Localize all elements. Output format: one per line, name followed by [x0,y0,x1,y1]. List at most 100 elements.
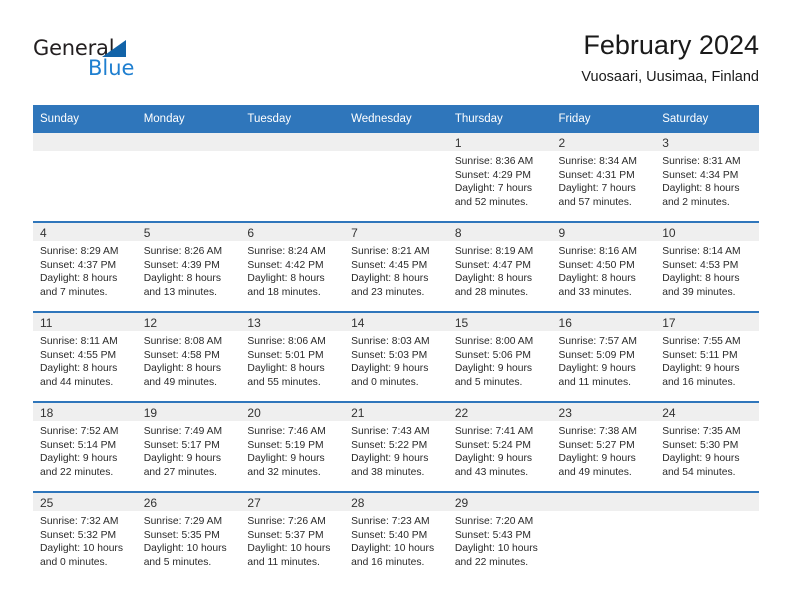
day-details: Sunrise: 8:24 AM Sunset: 4:42 PM Daylight:… [240,241,344,299]
day-detail-line: and 44 minutes. [40,376,114,388]
weekday-header-row: Sunday Monday Tuesday Wednesday Thursday… [33,105,759,133]
calendar-day-cell-empty [344,133,448,223]
calendar-day-cell[interactable]: 17 Sunrise: 7:55 AM Sunset: 5:11 PM Dayligh… [655,312,759,403]
calendar-body: 1 Sunrise: 8:36 AM Sunset: 4:29 PM Daylight… [33,133,759,585]
day-detail-line: Sunrise: 8:14 AM [662,246,741,257]
day-number: 9 [551,223,656,241]
calendar-day-cell[interactable]: 21 Sunrise: 7:43 AM Sunset: 5:22 PM Dayligh… [344,402,448,493]
day-detail-line: Sunset: 5:09 PM [558,349,635,361]
calendar-day-cell[interactable]: 10 Sunrise: 8:14 AM Sunset: 4:53 PM Dayligh… [655,222,759,313]
day-detail-line: Sunset: 5:01 PM [247,349,324,361]
day-details [137,151,241,155]
day-detail-line: Daylight: 9 hours [143,453,221,465]
day-number: 21 [344,403,448,421]
calendar-day-cell[interactable]: 16 Sunrise: 7:57 AM Sunset: 5:09 PM Dayligh… [551,312,656,403]
day-details: Sunrise: 7:35 AM Sunset: 5:30 PM Daylight:… [655,421,759,479]
calendar-day-cell[interactable]: 25 Sunrise: 7:32 AM Sunset: 5:32 PM Dayligh… [33,492,137,585]
day-detail-line: Sunset: 4:58 PM [143,349,220,361]
day-detail-line: Sunset: 4:47 PM [454,259,531,271]
calendar-day-cell[interactable]: 12 Sunrise: 8:08 AM Sunset: 4:58 PM Dayligh… [136,312,241,403]
day-detail-line: Sunrise: 7:41 AM [454,426,534,437]
day-detail-line: Sunset: 5:30 PM [662,439,739,451]
calendar-day-cell[interactable]: 8 Sunrise: 8:19 AM Sunset: 4:47 PM Daylight… [447,222,552,313]
calendar-day-cell[interactable]: 11 Sunrise: 8:11 AM Sunset: 4:55 PM Dayligh… [33,312,137,403]
day-detail-line: Sunset: 4:34 PM [662,169,739,181]
day-detail-line: and 38 minutes. [351,466,425,478]
day-details: Sunrise: 8:08 AM Sunset: 4:58 PM Daylight:… [137,331,241,389]
day-detail-line: Sunset: 5:35 PM [143,529,220,541]
day-number: 1 [447,133,552,151]
calendar-day-cell[interactable]: 13 Sunrise: 8:06 AM Sunset: 5:01 PM Dayligh… [240,312,345,403]
day-detail-line: and 13 minutes. [143,286,217,298]
day-details: Sunrise: 7:55 AM Sunset: 5:11 PM Daylight:… [655,331,759,389]
day-details: Sunrise: 7:52 AM Sunset: 5:14 PM Daylight:… [33,421,137,479]
calendar-day-cell[interactable]: 24 Sunrise: 7:35 AM Sunset: 5:30 PM Dayligh… [655,402,759,493]
day-detail-line: Daylight: 8 hours [247,363,325,375]
calendar-day-cell[interactable]: 20 Sunrise: 7:46 AM Sunset: 5:19 PM Dayligh… [240,402,345,493]
calendar-day-cell[interactable]: 27 Sunrise: 7:26 AM Sunset: 5:37 PM Dayligh… [240,492,345,585]
calendar-day-cell[interactable]: 9 Sunrise: 8:16 AM Sunset: 4:50 PM Daylight… [551,222,656,313]
day-details: Sunrise: 8:36 AM Sunset: 4:29 PM Daylight:… [448,151,552,209]
day-detail-line: and 43 minutes. [454,466,529,478]
day-number [33,133,137,151]
calendar-day-cell-empty [655,492,759,585]
day-detail-line: and 16 minutes. [351,556,425,568]
day-detail-line: Sunrise: 7:23 AM [351,516,430,527]
day-detail-line: Daylight: 8 hours [40,363,118,375]
day-detail-line: Sunrise: 8:31 AM [662,156,741,167]
page-subtitle: Vuosaari, Uusimaa, Finland [581,69,759,85]
day-detail-line: and 27 minutes. [143,466,217,478]
day-detail-line: Sunset: 5:03 PM [351,349,428,361]
day-details: Sunrise: 8:21 AM Sunset: 4:45 PM Daylight:… [344,241,448,299]
day-number: 13 [240,313,345,331]
day-detail-line: Sunrise: 8:21 AM [351,246,430,257]
calendar-day-cell[interactable]: 6 Sunrise: 8:24 AM Sunset: 4:42 PM Daylight… [240,222,345,313]
day-detail-line: and 28 minutes. [454,286,529,298]
day-detail-line: and 0 minutes. [351,376,419,388]
calendar-day-cell[interactable]: 23 Sunrise: 7:38 AM Sunset: 5:27 PM Dayligh… [551,402,656,493]
day-detail-line: and 16 minutes. [662,376,736,388]
day-detail-line: Daylight: 8 hours [662,183,740,195]
day-detail-line: Sunset: 4:50 PM [558,259,635,271]
day-detail-line: Daylight: 8 hours [143,273,221,285]
day-detail-line: and 54 minutes. [662,466,736,478]
calendar-day-cell-empty [33,133,137,223]
day-number: 18 [33,403,137,421]
day-number: 26 [136,493,241,511]
day-detail-line: Daylight: 9 hours [351,363,429,375]
day-details: Sunrise: 8:11 AM Sunset: 4:55 PM Daylight:… [33,331,137,389]
day-detail-line: and 0 minutes. [40,556,108,568]
day-detail-line: Sunset: 5:32 PM [40,529,117,541]
day-detail-line: Daylight: 8 hours [662,273,740,285]
calendar-day-cell[interactable]: 7 Sunrise: 8:21 AM Sunset: 4:45 PM Daylight… [344,222,448,313]
calendar-day-cell[interactable]: 18 Sunrise: 7:52 AM Sunset: 5:14 PM Dayligh… [33,402,137,493]
calendar-day-cell[interactable]: 3 Sunrise: 8:31 AM Sunset: 4:34 PM Daylight… [655,133,759,223]
day-detail-line: Sunrise: 8:29 AM [40,246,119,257]
calendar-day-cell[interactable]: 1 Sunrise: 8:36 AM Sunset: 4:29 PM Daylight… [447,133,552,223]
day-detail-line: and 52 minutes. [454,196,529,208]
title-block: February 2024 Vuosaari, Uusimaa, Finland [581,28,759,88]
day-detail-line: and 22 minutes. [454,556,529,568]
calendar-week-row: 4 Sunrise: 8:29 AM Sunset: 4:37 PM Daylight… [33,222,759,313]
day-number [240,133,345,151]
day-detail-line: Sunrise: 7:55 AM [662,336,741,347]
triangle-icon [102,40,126,57]
calendar-day-cell[interactable]: 26 Sunrise: 7:29 AM Sunset: 5:35 PM Dayligh… [136,492,241,585]
calendar-day-cell[interactable]: 22 Sunrise: 7:41 AM Sunset: 5:24 PM Dayligh… [447,402,552,493]
day-detail-line: Sunset: 5:27 PM [558,439,635,451]
calendar-day-cell[interactable]: 19 Sunrise: 7:49 AM Sunset: 5:17 PM Dayligh… [136,402,241,493]
weekday-header-saturday: Saturday [655,105,759,133]
calendar-day-cell[interactable]: 29 Sunrise: 7:20 AM Sunset: 5:43 PM Dayligh… [447,492,552,585]
day-detail-line: and 11 minutes. [247,556,320,568]
calendar-day-cell[interactable]: 14 Sunrise: 8:03 AM Sunset: 5:03 PM Dayligh… [344,312,448,403]
calendar-page: General Blue February 2024 Vuosaari, Uus… [0,0,792,612]
calendar-day-cell[interactable]: 4 Sunrise: 8:29 AM Sunset: 4:37 PM Daylight… [33,222,137,313]
day-detail-line: Daylight: 8 hours [40,273,118,285]
calendar-day-cell[interactable]: 5 Sunrise: 8:26 AM Sunset: 4:39 PM Daylight… [136,222,241,313]
day-details: Sunrise: 7:41 AM Sunset: 5:24 PM Daylight:… [448,421,552,479]
calendar-day-cell[interactable]: 15 Sunrise: 8:00 AM Sunset: 5:06 PM Dayligh… [447,312,552,403]
general-blue-logo[interactable]: General Blue [33,36,213,92]
day-detail-line: Sunset: 4:29 PM [454,169,531,181]
calendar-day-cell[interactable]: 28 Sunrise: 7:23 AM Sunset: 5:40 PM Dayligh… [344,492,448,585]
calendar-day-cell[interactable]: 2 Sunrise: 8:34 AM Sunset: 4:31 PM Daylight… [551,133,656,223]
